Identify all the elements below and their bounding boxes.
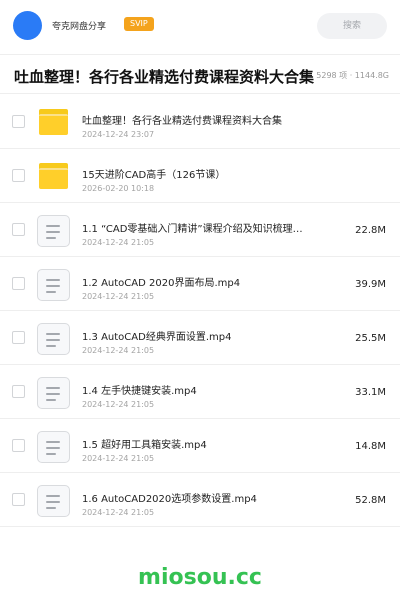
item-name: 1.1 “CAD零基础入门精讲”课程介绍及知识梳理… [82, 224, 303, 235]
item-name: 15天进阶CAD高手（126节课） [82, 170, 226, 181]
document-icon [37, 323, 70, 355]
select-checkbox[interactable] [12, 277, 25, 290]
select-checkbox[interactable] [12, 385, 25, 398]
item-size: 22.8M [355, 225, 386, 236]
document-icon [37, 377, 70, 409]
item-date: 2026-02-20 10:18 [82, 184, 155, 193]
item-size: 25.5M [355, 333, 386, 344]
folder-icon [39, 109, 68, 135]
file-list: 吐血整理！各行各业精选付费课程资料大合集 2024-12-24 23:07 15… [0, 95, 400, 527]
item-date: 2024-12-24 21:05 [82, 454, 155, 463]
document-icon [37, 269, 70, 301]
select-checkbox[interactable] [12, 439, 25, 452]
select-checkbox[interactable] [12, 115, 25, 128]
select-checkbox[interactable] [12, 493, 25, 506]
item-name: 1.5 超好用工具箱安装.mp4 [82, 440, 207, 451]
select-checkbox[interactable] [12, 223, 25, 236]
item-date: 2024-12-24 21:05 [82, 346, 155, 355]
document-icon [37, 431, 70, 463]
list-item[interactable]: 1.2 AutoCAD 2020界面布局.mp4 2024-12-24 21:0… [0, 257, 400, 311]
item-date: 2024-12-24 21:05 [82, 292, 155, 301]
item-name: 1.2 AutoCAD 2020界面布局.mp4 [82, 278, 241, 289]
item-date: 2024-12-24 21:05 [82, 238, 155, 247]
document-icon [37, 215, 70, 247]
watermark: miosou.cc [138, 565, 262, 590]
item-name: 1.4 左手快捷键安装.mp4 [82, 386, 197, 397]
list-item[interactable]: 吐血整理！各行各业精选付费课程资料大合集 2024-12-24 23:07 [0, 95, 400, 149]
item-date: 2024-12-24 23:07 [82, 130, 155, 139]
list-item[interactable]: 15天进阶CAD高手（126节课） 2026-02-20 10:18 [0, 149, 400, 203]
select-checkbox[interactable] [12, 169, 25, 182]
list-item[interactable]: 1.3 AutoCAD经典界面设置.mp4 2024-12-24 21:05 2… [0, 311, 400, 365]
list-item[interactable]: 1.1 “CAD零基础入门精讲”课程介绍及知识梳理… 2024-12-24 21… [0, 203, 400, 257]
title-row: 吐血整理！各行各业精选付费课程资料大合集 5298 项 · 1144.8G [0, 54, 400, 94]
list-item[interactable]: 1.6 AutoCAD2020选项参数设置.mp4 2024-12-24 21:… [0, 473, 400, 527]
item-date: 2024-12-24 21:05 [82, 508, 155, 517]
search-input[interactable]: 搜索 [317, 13, 387, 39]
item-stats: 5298 项 · 1144.8G [316, 71, 389, 80]
folder-icon [39, 163, 68, 189]
select-checkbox[interactable] [12, 331, 25, 344]
item-size: 39.9M [355, 279, 386, 290]
header: 夸克网盘分享 SVIP 搜索 [0, 0, 400, 52]
list-item[interactable]: 1.5 超好用工具箱安装.mp4 2024-12-24 21:05 14.8M [0, 419, 400, 473]
item-name: 1.3 AutoCAD经典界面设置.mp4 [82, 332, 232, 343]
item-size: 33.1M [355, 387, 386, 398]
item-name: 吐血整理！各行各业精选付费课程资料大合集 [82, 116, 282, 127]
document-icon [37, 485, 70, 517]
item-size: 52.8M [355, 495, 386, 506]
item-size: 14.8M [355, 441, 386, 452]
share-label: 夸克网盘分享 [52, 22, 107, 32]
list-item[interactable]: 1.4 左手快捷键安装.mp4 2024-12-24 21:05 33.1M [0, 365, 400, 419]
item-name: 1.6 AutoCAD2020选项参数设置.mp4 [82, 494, 257, 505]
avatar[interactable] [13, 11, 42, 40]
page-title: 吐血整理！各行各业精选付费课程资料大合集 [14, 68, 315, 86]
item-date: 2024-12-24 21:05 [82, 400, 155, 409]
svip-badge: SVIP [124, 17, 154, 31]
